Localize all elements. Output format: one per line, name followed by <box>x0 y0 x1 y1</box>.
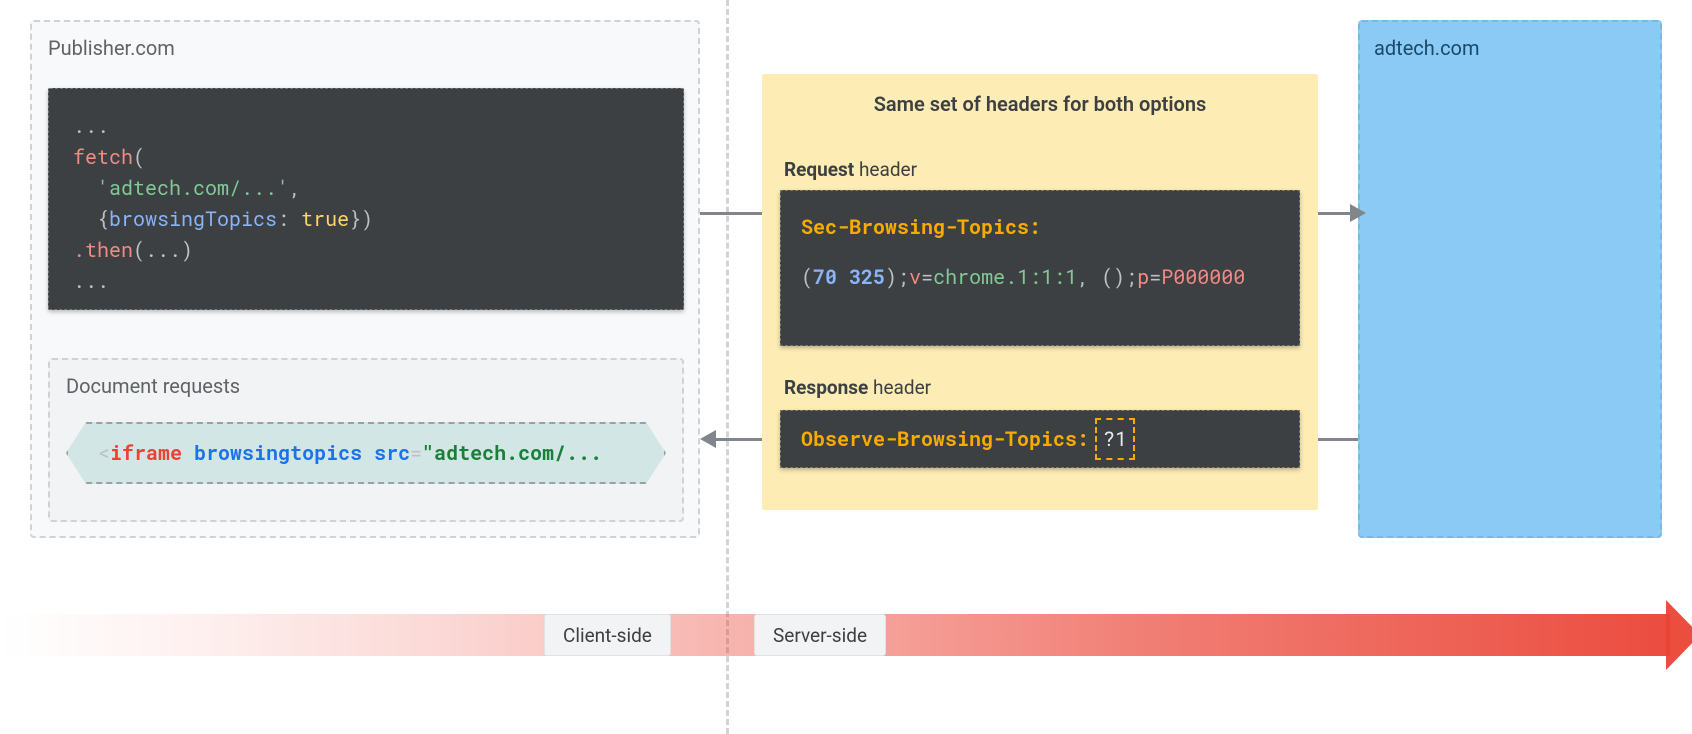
code-ellipsis: ... <box>73 113 109 139</box>
topic-70: 70 <box>813 264 837 290</box>
request-header-block: Sec-Browsing-Topics: (70 325);v=chrome.1… <box>780 190 1300 346</box>
brace-open: { <box>97 206 109 232</box>
v-key: v <box>909 264 921 290</box>
p-val: P000000 <box>1161 264 1245 290</box>
arrow-resp-head <box>700 430 716 448</box>
semi2: ; <box>1125 264 1137 290</box>
doc-requests-title: Document requests <box>66 374 240 398</box>
iframe-snippet: <iframe browsingtopics src="adtech.com/.… <box>66 422 666 484</box>
iframe-attr: browsingtopics <box>194 440 362 466</box>
adtech-title: adtech.com <box>1374 36 1479 60</box>
code-then: .then <box>73 237 133 263</box>
request-header-label: Request header <box>784 158 917 181</box>
headers-panel: Same set of headers for both options Req… <box>762 74 1318 510</box>
response-header-block: Observe-Browsing-Topics: ?1 <box>780 410 1300 468</box>
code-ellipsis-2: ... <box>73 268 109 294</box>
topic-325: 325 <box>849 264 885 290</box>
arrow-req-right-seg <box>1318 212 1352 215</box>
headers-title: Same set of headers for both options <box>762 92 1318 116</box>
server-side-label: Server-side <box>754 614 886 656</box>
resp-header-name: Observe-Browsing-Topics: <box>801 421 1089 457</box>
arrow-req-left-seg <box>700 212 762 215</box>
code-fetch: fetch <box>73 144 133 170</box>
eq: = <box>410 440 422 466</box>
chrome-ver: chrome.1:1:1 <box>933 264 1077 290</box>
fetch-code-block: ... fetch( 'adtech.com/...', {browsingTo… <box>48 88 684 310</box>
eq: = <box>921 264 933 290</box>
paren-open: ( <box>133 144 145 170</box>
src-val: "adtech.com/... <box>422 440 602 466</box>
iframe-tag: iframe <box>110 440 182 466</box>
sp <box>837 264 849 290</box>
adtech-panel: adtech.com <box>1358 20 1662 538</box>
paren2: () <box>1101 264 1125 290</box>
arrow-req-head <box>1350 204 1366 222</box>
response-header-label: Response header <box>784 376 931 399</box>
paren-close: ) <box>361 206 373 232</box>
comma: , <box>289 175 301 201</box>
comma: , <box>1077 264 1101 290</box>
request-bold: Request <box>784 158 854 181</box>
response-bold: Response <box>784 376 868 399</box>
src-key: src <box>374 440 410 466</box>
colon: : <box>277 206 301 232</box>
opt-val: true <box>301 206 349 232</box>
then-args: (...) <box>133 237 193 263</box>
doc-requests-panel: Document requests <iframe browsingtopics… <box>48 358 684 522</box>
brace-close: } <box>349 206 361 232</box>
publisher-title: Publisher.com <box>48 36 175 60</box>
paren-close: ) <box>885 264 897 290</box>
client-side-label: Client-side <box>544 614 671 656</box>
opt-key: browsingTopics <box>109 206 277 232</box>
response-rest: header <box>868 376 931 399</box>
lt: < <box>98 440 110 466</box>
gradient-arrow-head <box>1666 600 1692 670</box>
arrow-resp-right-seg <box>1318 438 1358 441</box>
semi: ; <box>897 264 909 290</box>
request-rest: header <box>854 158 917 181</box>
paren-open: ( <box>801 264 813 290</box>
publisher-panel: Publisher.com ... fetch( 'adtech.com/...… <box>30 20 700 538</box>
p-key: p <box>1137 264 1149 290</box>
req-header-name: Sec-Browsing-Topics: <box>801 214 1041 240</box>
eq2: = <box>1149 264 1161 290</box>
resp-header-value: ?1 <box>1095 418 1135 460</box>
arrow-resp-left-seg <box>716 438 762 441</box>
code-url: 'adtech.com/...' <box>97 175 289 201</box>
